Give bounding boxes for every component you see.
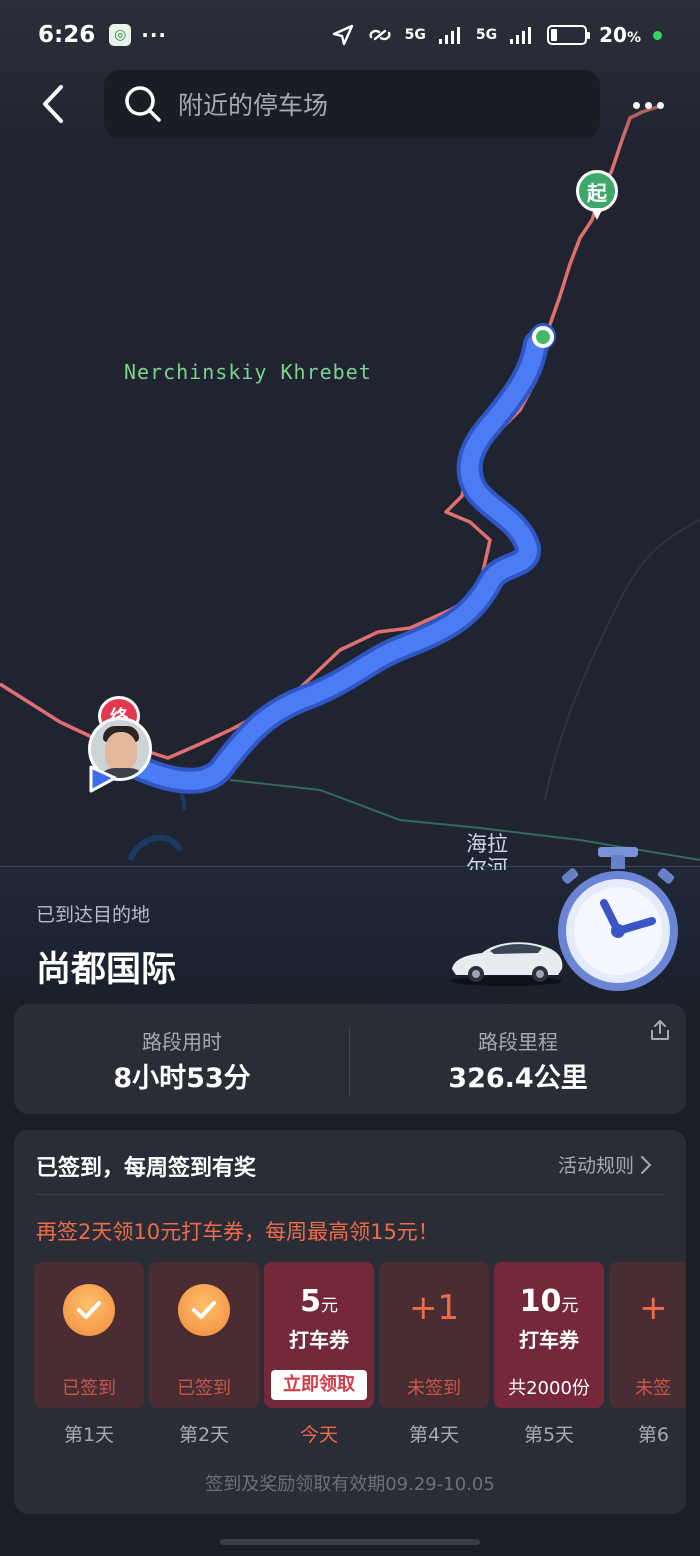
trip-time-label: 路段用时 xyxy=(142,1030,222,1054)
more-dot-icon xyxy=(644,101,652,109)
checkin-validity: 签到及奖励领取有效期09.29-10.05 xyxy=(205,1474,495,1495)
map-view[interactable]: Nerchinskiy Khrebet 海拉尔河 起 终 6:26 ◎ ··· … xyxy=(0,0,700,870)
trip-distance-label: 路段里程 xyxy=(478,1030,558,1054)
checkin-card: 已签到，每周签到有奖 活动规则 再签2天领10元打车券，每周最高领15元！ 已签… xyxy=(14,1130,686,1514)
checkin-day-6[interactable]: + 未签 xyxy=(609,1262,686,1408)
home-indicator[interactable] xyxy=(220,1539,480,1545)
day-status: 未签 xyxy=(635,1378,671,1399)
nav-row: 附近的停车场 xyxy=(0,70,700,140)
trip-distance-stat: 路段里程 326.4公里 xyxy=(350,1004,686,1114)
more-dot-icon xyxy=(632,101,640,109)
checkmark-icon xyxy=(63,1284,115,1336)
activity-rules-label: 活动规则 xyxy=(558,1155,635,1177)
signal-2-label: 5G xyxy=(475,27,498,43)
river xyxy=(127,834,183,862)
day-label: 第1天 xyxy=(63,1424,115,1446)
bonus-points: + xyxy=(639,1288,668,1328)
battery-percent: 20 xyxy=(599,23,627,47)
trip-distance-value: 326.4公里 xyxy=(448,1063,588,1094)
coupon-unit: 元 xyxy=(561,1296,579,1316)
signal-1-label: 5G xyxy=(404,27,426,43)
coupon-amount: 10 xyxy=(519,1284,562,1319)
day-label-today: 今天 xyxy=(299,1424,338,1446)
signal-1-icon xyxy=(438,27,460,44)
destination-name: 尚都国际 xyxy=(36,950,177,990)
stopwatch-illustration-icon xyxy=(558,847,678,991)
checkin-title: 已签到，每周签到有奖 xyxy=(36,1156,257,1181)
coupon-total: 共2000份 xyxy=(508,1378,590,1399)
chevron-left-icon xyxy=(43,85,63,123)
coupon-name: 打车券 xyxy=(289,1328,349,1352)
back-button[interactable] xyxy=(30,82,74,126)
link-icon xyxy=(369,29,391,41)
battery-icon xyxy=(547,25,591,45)
river-label: 海拉尔河 xyxy=(466,832,508,870)
navigation-route xyxy=(111,327,552,790)
activity-rules-link[interactable]: 活动规则 xyxy=(558,1151,652,1178)
fund-app-icon: ◎ xyxy=(109,24,132,46)
day-status: 未签到 xyxy=(407,1378,461,1399)
route-start-dot xyxy=(532,326,554,348)
trip-stats-card: 路段用时 8小时53分 路段里程 326.4公里 xyxy=(14,1004,686,1114)
checkin-days: 已签到 第1天 已签到 第2天 5元 打车券 立即领取 今天 +1 未签到 第4… xyxy=(34,1262,686,1446)
trip-time-stat: 路段用时 8小时53分 xyxy=(14,1004,350,1114)
search-input[interactable]: 附近的停车场 xyxy=(104,70,600,138)
day-status: 已签到 xyxy=(177,1378,231,1399)
arrival-subtitle: 已到达目的地 xyxy=(36,904,151,926)
start-marker-label: 起 xyxy=(576,170,618,212)
checkin-day-today[interactable]: 5元 打车券 立即领取 xyxy=(264,1262,374,1408)
checkin-day-2[interactable]: 已签到 xyxy=(149,1262,259,1408)
day-label: 第6 xyxy=(637,1424,669,1446)
search-placeholder: 附近的停车场 xyxy=(178,91,329,120)
trip-time-value: 8小时53分 xyxy=(113,1063,251,1094)
arrival-header: 已到达目的地 尚都国际 xyxy=(0,847,700,1006)
coupon-amount: 5 xyxy=(300,1284,321,1319)
day-label: 第5天 xyxy=(523,1424,575,1446)
day-label: 第2天 xyxy=(178,1424,230,1446)
search-icon xyxy=(125,86,161,122)
chevron-right-icon xyxy=(641,1155,652,1174)
share-icon[interactable] xyxy=(648,1018,672,1042)
location-arrow-icon xyxy=(89,765,117,793)
checkin-promo: 再签2天领10元打车券，每周最高领15元！ xyxy=(36,1220,439,1244)
status-more: ··· xyxy=(141,23,168,47)
bonus-points: +1 xyxy=(408,1288,460,1328)
map-region-label: Nerchinskiy Khrebet xyxy=(124,360,372,384)
day-status: 已签到 xyxy=(62,1378,116,1399)
start-marker[interactable]: 起 xyxy=(576,170,618,222)
status-time: 6:26 xyxy=(38,22,96,48)
coupon-name: 打车券 xyxy=(519,1328,579,1352)
coupon-unit: 元 xyxy=(320,1296,338,1316)
checkin-day-5[interactable]: 10元 打车券 共2000份 xyxy=(494,1262,604,1408)
more-dot-icon xyxy=(656,101,664,109)
battery-unit: % xyxy=(626,30,641,46)
charging-dot xyxy=(653,30,662,40)
checkmark-icon xyxy=(178,1284,230,1336)
location-icon xyxy=(332,24,353,46)
gps-track xyxy=(0,104,661,760)
more-options-button[interactable] xyxy=(628,90,668,120)
checkin-day-4[interactable]: +1 未签到 xyxy=(379,1262,489,1408)
status-bar: 6:26 ◎ ··· 5G 5G 20% xyxy=(0,0,700,70)
day-label: 第4天 xyxy=(408,1424,460,1446)
checkin-divider xyxy=(36,1194,664,1195)
checkin-day-1[interactable]: 已签到 xyxy=(34,1262,144,1408)
claim-now-button[interactable]: 立即领取 xyxy=(271,1370,367,1400)
signal-2-icon xyxy=(510,27,532,44)
